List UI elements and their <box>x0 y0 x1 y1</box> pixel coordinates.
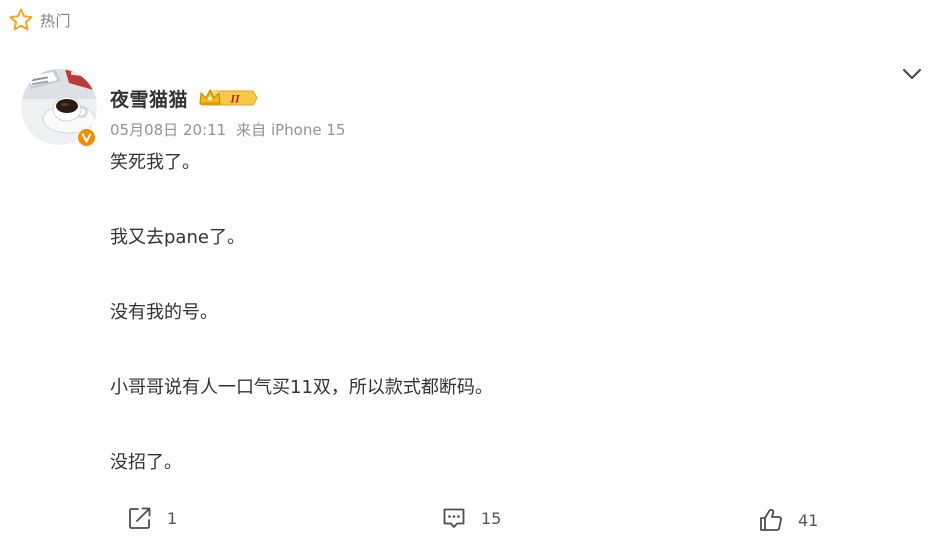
share-icon <box>129 507 151 529</box>
star-outline-icon <box>9 8 33 31</box>
post-text-line: 小哥哥说有人一口气买11双，所以款式都断码。 <box>110 377 493 398</box>
like-count: 41 <box>798 510 819 530</box>
post-source: 来自 iPhone 15 <box>236 121 346 139</box>
post-time[interactable]: 05月08日 20:11 <box>110 121 226 139</box>
post-text-line: 没招了。 <box>110 452 182 473</box>
chevron-down-icon[interactable] <box>900 64 924 86</box>
avatar[interactable] <box>21 69 97 148</box>
like-button[interactable]: 41 <box>758 505 818 535</box>
hot-tag-label: 热门 <box>40 11 72 30</box>
hot-tag: 热门 <box>8 7 71 33</box>
verified-v-icon <box>76 127 97 148</box>
post-text-line: 没有我的号。 <box>110 302 218 323</box>
post-meta: 05月08日 20:11 来自 iPhone 15 <box>110 119 345 140</box>
post-text-line: 我又去pane了。 <box>110 227 245 248</box>
comment-button[interactable]: 15 <box>441 503 501 533</box>
author-line: 夜雪猫猫 II <box>110 84 258 112</box>
post-text-line: 笑死我了。 <box>110 152 200 173</box>
vip-crown-badge-icon[interactable]: II <box>198 86 258 110</box>
svg-text:II: II <box>229 92 241 106</box>
thumbs-up-icon <box>760 508 782 531</box>
comment-count: 15 <box>481 508 502 528</box>
repost-count: 1 <box>167 508 178 528</box>
author-name[interactable]: 夜雪猫猫 <box>110 85 188 112</box>
repost-button[interactable]: 1 <box>127 503 177 533</box>
comment-icon <box>443 508 465 528</box>
